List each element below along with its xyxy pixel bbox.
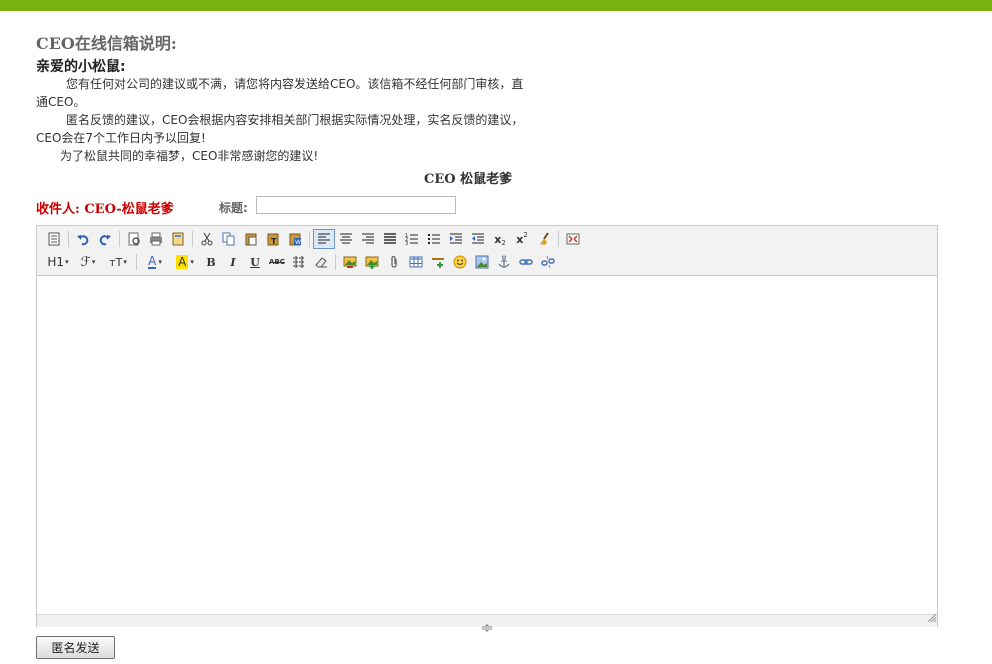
editor-content-area[interactable]: [37, 276, 937, 614]
emoticon-icon[interactable]: [449, 252, 471, 272]
font-family-icon[interactable]: ℱ ▾: [73, 252, 103, 272]
superscript-label: x: [516, 232, 524, 246]
table-icon[interactable]: [405, 252, 427, 272]
svg-text:W: W: [295, 239, 301, 246]
preview-icon[interactable]: [123, 229, 145, 249]
font-color-label: A: [148, 254, 157, 269]
superscript-icon[interactable]: x2: [511, 229, 533, 249]
resize-grip-icon[interactable]: [480, 617, 494, 636]
source-icon[interactable]: [43, 229, 65, 249]
unordered-list-icon[interactable]: [423, 229, 445, 249]
fullscreen-icon[interactable]: [562, 229, 584, 249]
intro-paragraph-3: 为了松鼠共同的幸福梦，CEO非常感谢您的建议!: [60, 149, 319, 163]
font-size-icon[interactable]: тT ▾: [103, 252, 133, 272]
cut-icon[interactable]: [196, 229, 218, 249]
editor-toolbar: T W 123 x2 x2 H1▾ ℱ▾ тT▾ A▾ A▾ B I: [37, 226, 937, 276]
highlight-label: A: [176, 255, 189, 269]
toolbar-row-1: T W 123 x2 x2: [43, 228, 584, 250]
toolbar-separator: [558, 231, 559, 247]
subject-input[interactable]: [256, 196, 456, 214]
intro-paragraph-1: 您有任何对公司的建议或不满，请您将内容发送给CEO。该信箱不经任何部门审核，直通…: [36, 77, 524, 109]
editor-statusbar: [37, 613, 937, 632]
toolbar-separator: [192, 231, 193, 247]
anchor-icon[interactable]: [493, 252, 515, 272]
heading-label: H1: [47, 255, 65, 269]
outdent-icon[interactable]: [467, 229, 489, 249]
toolbar-separator: [309, 231, 310, 247]
ordered-list-icon[interactable]: 123: [401, 229, 423, 249]
align-left-icon[interactable]: [313, 229, 335, 249]
strikethrough-icon[interactable]: ABC: [266, 252, 288, 272]
attachment-icon[interactable]: [383, 252, 405, 272]
multi-image-icon[interactable]: [361, 252, 383, 272]
top-accent-bar: [0, 0, 992, 11]
svg-text:3: 3: [405, 241, 408, 246]
greeting: 亲爱的小松鼠:: [36, 59, 126, 75]
hr-icon[interactable]: [427, 252, 449, 272]
signature: CEO 松鼠老爹: [424, 172, 513, 187]
font-size-label: тT: [109, 255, 123, 269]
rich-text-editor: T W 123 x2 x2 H1▾ ℱ▾ тT▾ A▾ A▾ B I: [36, 225, 938, 632]
anonymous-send-button[interactable]: 匿名发送: [36, 636, 115, 659]
underline-icon[interactable]: U: [244, 252, 266, 272]
subscript-label: x: [494, 232, 502, 246]
svg-text:T: T: [271, 237, 277, 246]
resize-corner-icon[interactable]: [927, 607, 937, 626]
paste-word-icon[interactable]: W: [284, 229, 306, 249]
redo-icon[interactable]: [94, 229, 116, 249]
toolbar-separator: [335, 254, 336, 270]
page-title: CEO在线信箱说明:: [36, 34, 177, 53]
clear-format-icon[interactable]: [533, 229, 555, 249]
paste-icon[interactable]: [240, 229, 262, 249]
paste-text-icon[interactable]: T: [262, 229, 284, 249]
template-icon[interactable]: [167, 229, 189, 249]
remove-format-icon[interactable]: [310, 252, 332, 272]
picture-icon[interactable]: [471, 252, 493, 272]
subscript-icon[interactable]: x2: [489, 229, 511, 249]
bold-icon[interactable]: B: [200, 252, 222, 272]
toolbar-separator: [68, 231, 69, 247]
indent-icon[interactable]: [445, 229, 467, 249]
font-family-label: ℱ: [80, 254, 91, 270]
toolbar-separator: [119, 231, 120, 247]
align-center-icon[interactable]: [335, 229, 357, 249]
line-height-icon[interactable]: [288, 252, 310, 272]
justify-icon[interactable]: [379, 229, 401, 249]
highlight-icon[interactable]: A ▾: [170, 252, 200, 272]
recipient-label: 收件人: CEO-松鼠老爹: [36, 202, 174, 217]
italic-icon[interactable]: I: [222, 252, 244, 272]
align-right-icon[interactable]: [357, 229, 379, 249]
link-icon[interactable]: [515, 252, 537, 272]
undo-icon[interactable]: [72, 229, 94, 249]
font-color-icon[interactable]: A ▾: [140, 252, 170, 272]
toolbar-row-2: H1 ▾ ℱ ▾ тT ▾ A ▾ A ▾ B I U ABC: [43, 251, 559, 273]
print-icon[interactable]: [145, 229, 167, 249]
toolbar-separator: [136, 254, 137, 270]
heading-icon[interactable]: H1 ▾: [43, 252, 73, 272]
unlink-icon[interactable]: [537, 252, 559, 272]
image-icon[interactable]: [339, 252, 361, 272]
intro-paragraph-2: 匿名反馈的建议，CEO会根据内容安排相关部门根据实际情况处理，实名反馈的建议，C…: [36, 113, 524, 145]
copy-icon[interactable]: [218, 229, 240, 249]
subject-label: 标题:: [219, 201, 248, 215]
